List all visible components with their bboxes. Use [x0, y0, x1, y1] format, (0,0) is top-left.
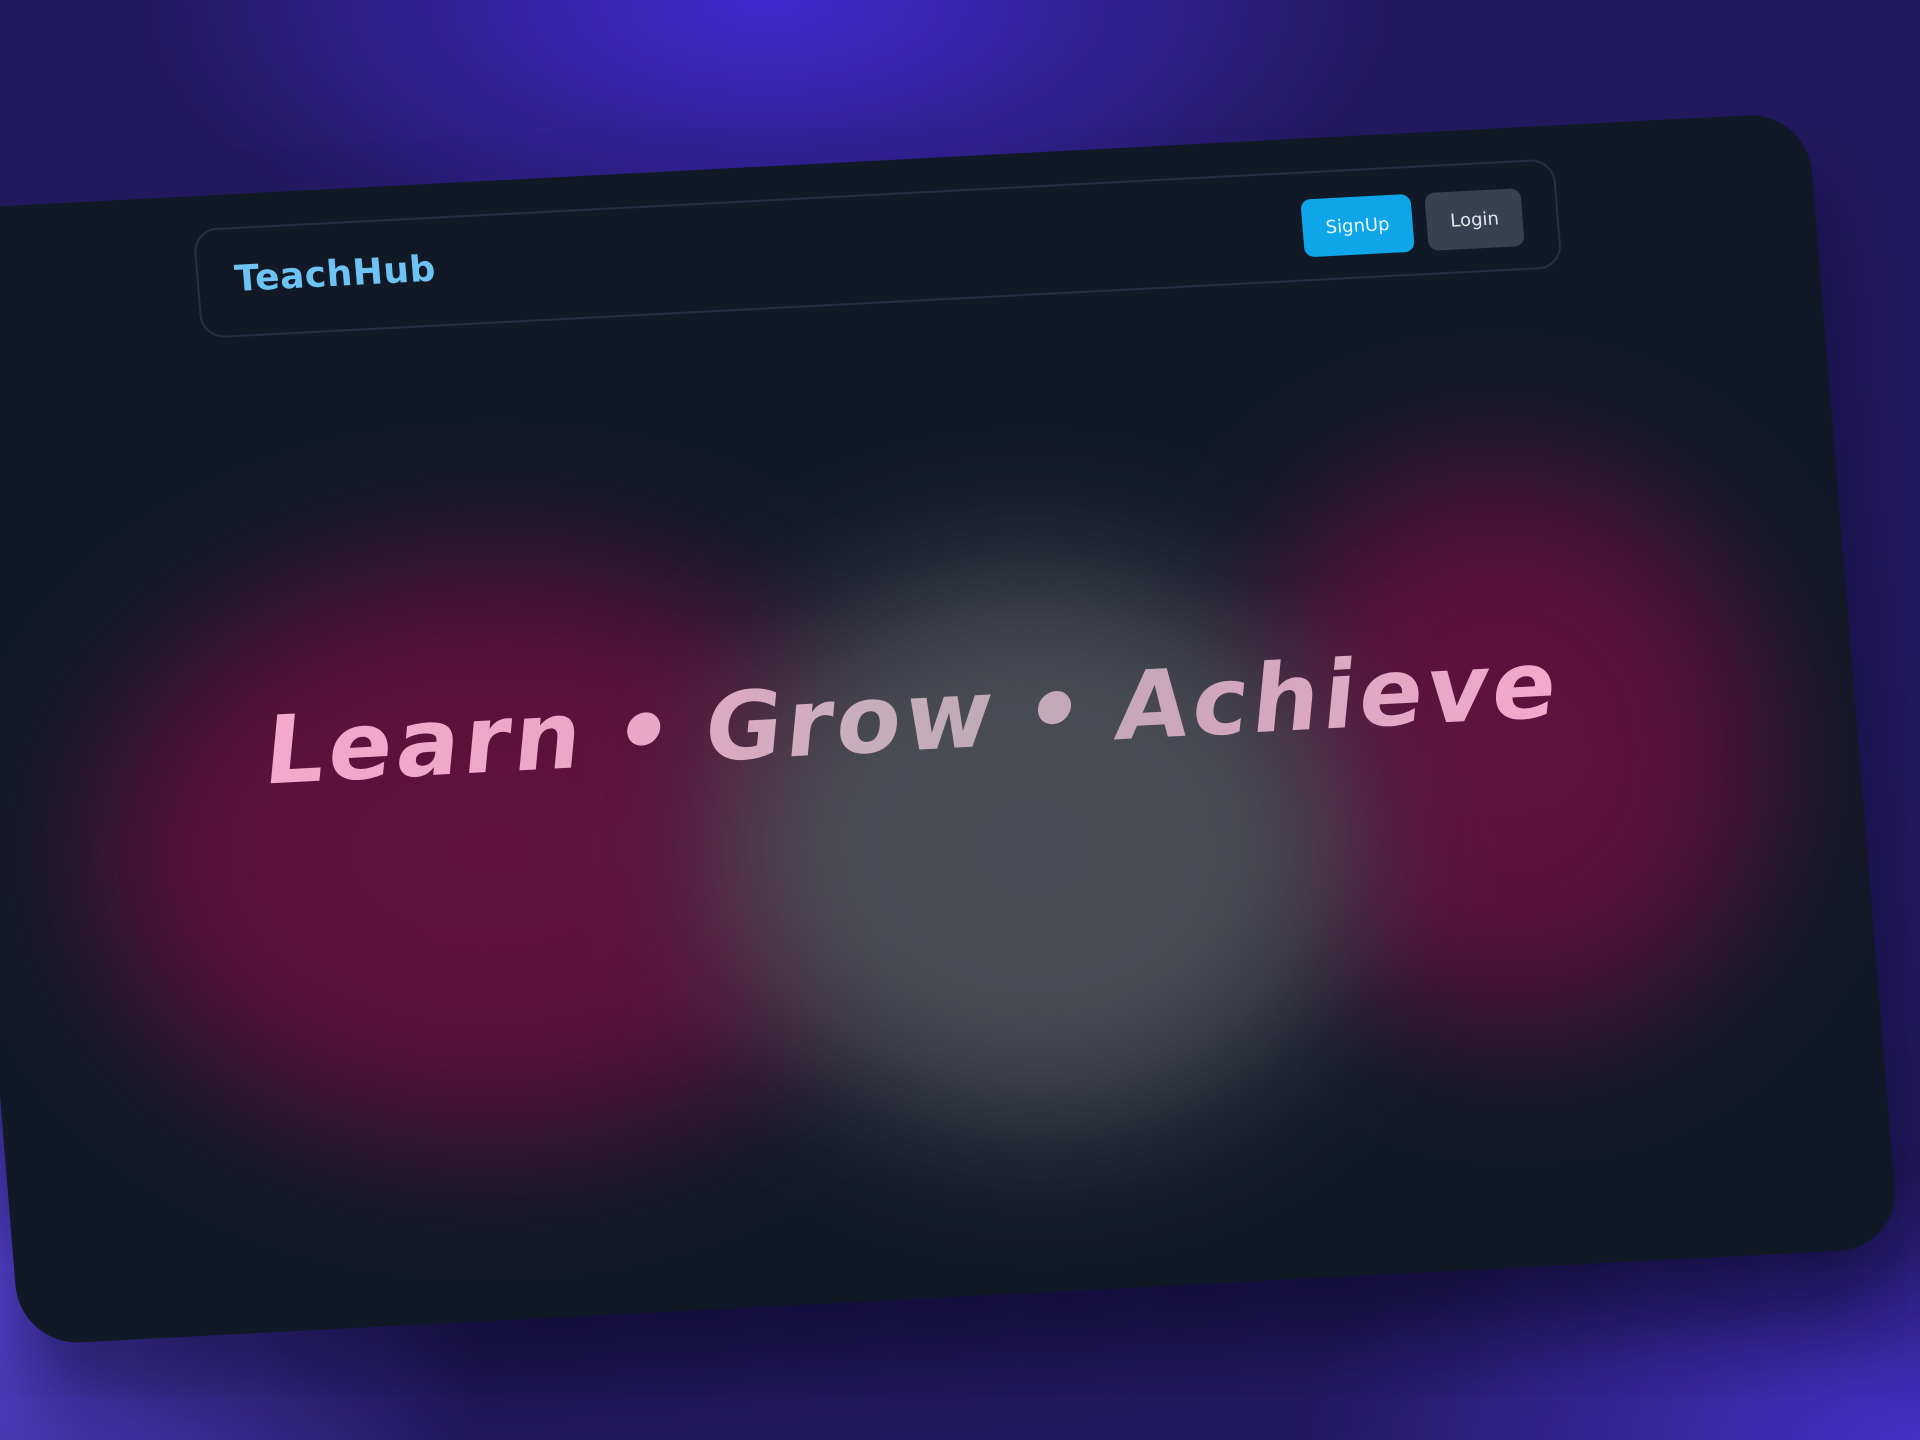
glow-left [47, 520, 937, 1182]
tagline-word-achieve: Achieve [1111, 629, 1566, 763]
app-window: TeachHub SignUp Login Learn • Grow • Achieve [0, 112, 1900, 1346]
login-button[interactable]: Login [1424, 188, 1525, 251]
signup-button[interactable]: SignUp [1300, 193, 1415, 258]
tagline-word-grow: Grow [700, 659, 1002, 784]
navbar: TeachHub SignUp Login [192, 158, 1563, 339]
tagline-word-learn: Learn [260, 680, 591, 807]
hero: Learn • Grow • Achieve [0, 615, 1857, 821]
glow-center [659, 525, 1409, 1170]
hero-tagline: Learn • Grow • Achieve [260, 630, 1566, 807]
brand-logo[interactable]: TeachHub [233, 249, 437, 300]
tagline-separator: • [608, 675, 683, 789]
nav-actions: SignUp Login [1300, 188, 1525, 258]
tagline-separator: • [1019, 654, 1094, 768]
